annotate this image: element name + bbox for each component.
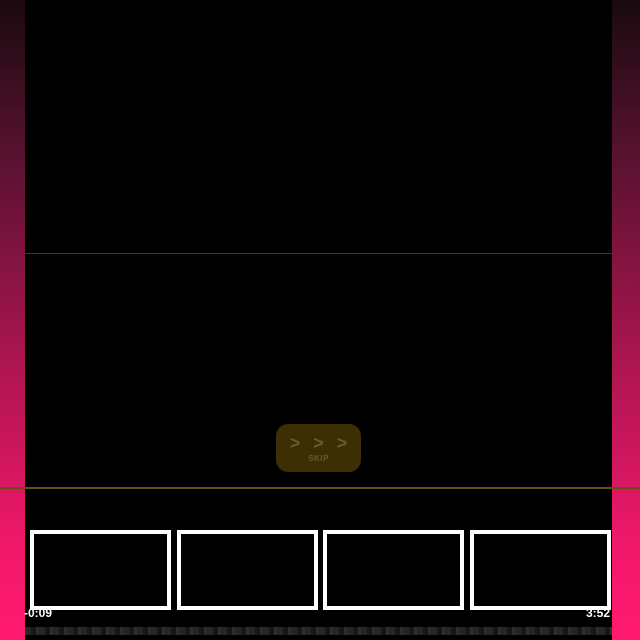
- canvas-divider: [25, 253, 612, 254]
- fast-forward-icon: > > >: [289, 432, 352, 453]
- timeline-divider: [0, 487, 640, 489]
- timeline-thumbnail[interactable]: [177, 530, 318, 610]
- video-player: > > > SKIP -0:09 3:52: [0, 0, 640, 640]
- left-accent-bar: [0, 0, 25, 640]
- timeline-thumbnail[interactable]: [30, 530, 171, 610]
- timeline-thumbnail[interactable]: [470, 530, 611, 610]
- timeline-thumbnail[interactable]: [323, 530, 464, 610]
- skip-button[interactable]: > > > SKIP: [276, 424, 361, 472]
- right-accent-bar: [612, 0, 640, 640]
- scrub-bar[interactable]: [25, 627, 612, 635]
- elapsed-time: -0:09: [24, 606, 53, 620]
- total-duration: 3:52: [585, 606, 610, 620]
- skip-label: SKIP: [308, 453, 329, 463]
